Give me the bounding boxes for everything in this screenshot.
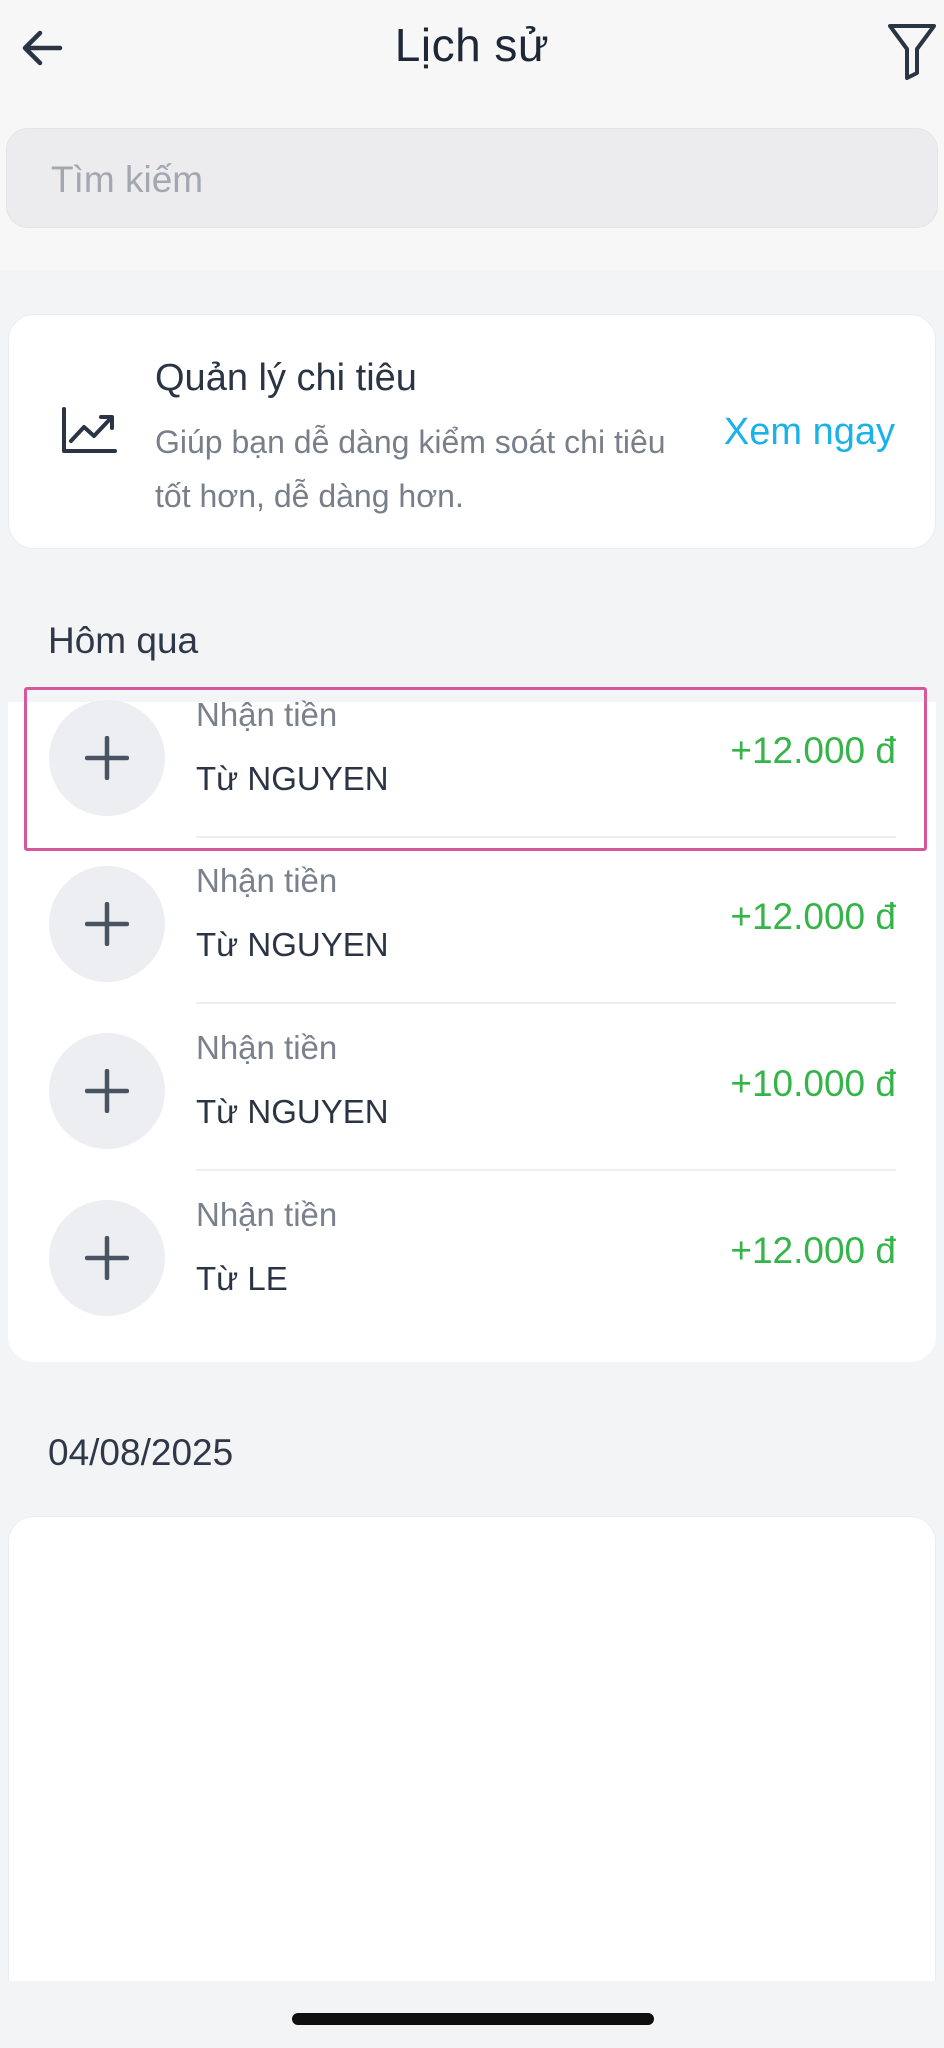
plus-icon bbox=[85, 902, 129, 946]
section-label-yesterday: Hôm qua bbox=[48, 620, 199, 661]
page-title: Lịch sử bbox=[394, 19, 550, 71]
banner-title: Quản lý chi tiêu bbox=[155, 357, 417, 399]
transactions-list-date bbox=[8, 1516, 936, 1981]
plus-icon bbox=[85, 736, 129, 780]
transaction-amount: +12.000 đ bbox=[730, 730, 896, 771]
divider bbox=[196, 1169, 896, 1171]
spending-management-banner[interactable]: Quản lý chi tiêu Giúp bạn dễ dàng kiểm s… bbox=[8, 314, 936, 549]
header: Lịch sử bbox=[0, 0, 944, 270]
search-box[interactable] bbox=[6, 128, 938, 231]
search-input[interactable] bbox=[49, 129, 913, 231]
divider bbox=[196, 1002, 896, 1004]
transaction-row[interactable]: Nhận tiền Từ NGUYEN +12.000 đ bbox=[8, 862, 936, 1034]
banner-description: Giúp bạn dễ dàng kiểm soát chi tiêu tốt … bbox=[155, 424, 666, 514]
transaction-avatar bbox=[49, 866, 165, 982]
transaction-sender: Từ LE bbox=[196, 1260, 288, 1297]
transaction-type: Nhận tiền bbox=[196, 862, 338, 899]
filter-button[interactable] bbox=[880, 16, 944, 86]
transaction-row[interactable]: Nhận tiền Từ NGUYEN +12.000 đ bbox=[8, 696, 936, 868]
plus-icon bbox=[85, 1069, 129, 1113]
transaction-type: Nhận tiền bbox=[196, 696, 338, 733]
transaction-amount: +12.000 đ bbox=[730, 1230, 896, 1271]
transaction-avatar bbox=[49, 1033, 165, 1149]
divider bbox=[196, 836, 896, 838]
transaction-row[interactable]: Nhận tiền Từ NGUYEN +10.000 đ bbox=[8, 1029, 936, 1201]
filter-icon bbox=[888, 24, 936, 80]
transaction-type: Nhận tiền bbox=[196, 1196, 338, 1233]
transactions-list: Nhận tiền Từ NGUYEN +12.000 đ Nhận tiền … bbox=[8, 696, 936, 1362]
view-now-link[interactable]: Xem ngay bbox=[724, 411, 895, 454]
transaction-avatar bbox=[49, 700, 165, 816]
transaction-amount: +10.000 đ bbox=[730, 1063, 896, 1104]
transaction-sender: Từ NGUYEN bbox=[196, 926, 389, 963]
transaction-type: Nhận tiền bbox=[196, 1029, 338, 1066]
trend-chart-icon bbox=[62, 407, 117, 453]
transaction-amount: +12.000 đ bbox=[730, 896, 896, 937]
transaction-avatar bbox=[49, 1200, 165, 1316]
transaction-sender: Từ NGUYEN bbox=[196, 760, 389, 797]
plus-icon bbox=[85, 1236, 129, 1280]
section-label-date: 04/08/2025 bbox=[48, 1432, 234, 1473]
home-indicator[interactable] bbox=[292, 2013, 654, 2025]
transaction-sender: Từ NGUYEN bbox=[196, 1093, 389, 1130]
transaction-row[interactable]: Nhận tiền Từ LE +12.000 đ bbox=[8, 1196, 936, 1368]
